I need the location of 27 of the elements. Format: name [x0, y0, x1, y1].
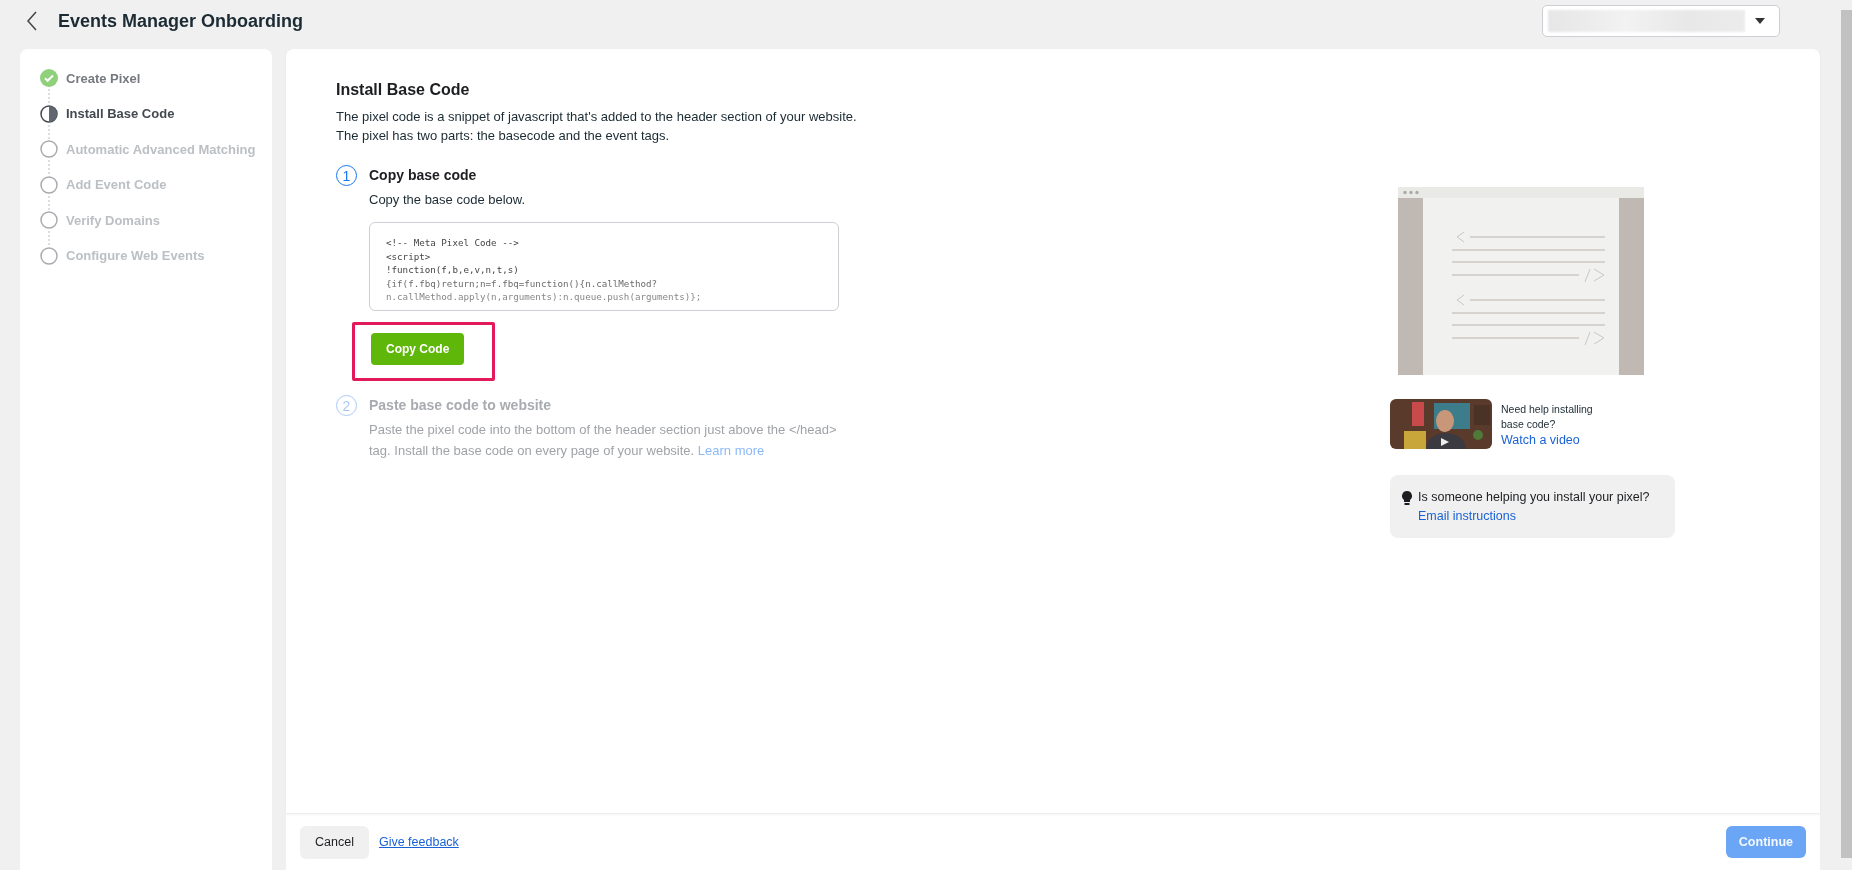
description-text: The pixel has two parts: the basecode and the event tags. — [336, 127, 671, 145]
email-instructions-link[interactable]: Email instructions — [1418, 507, 1650, 526]
copy-code-button[interactable]: Copy Code — [371, 333, 465, 365]
cancel-button[interactable]: Cancel — [300, 825, 369, 859]
code-line: !function(f,b,e,v,n,t,s) — [386, 263, 520, 277]
code-line: <script> — [386, 249, 432, 263]
step-text: Copy the base code below. — [369, 191, 527, 209]
caret-icon — [1755, 18, 1765, 24]
feedback-link[interactable]: Give feedback — [378, 835, 459, 849]
step-label[interactable]: Create Pixel — [66, 70, 141, 86]
page-title: Events Manager Onboarding — [58, 10, 304, 32]
step-text: Paste the pixel code into the bottom of the header section just above the </head> tag. Install the base code on every page of your website. Learn more — [369, 421, 838, 460]
video-help-text: Need help installing base code? — [1501, 402, 1594, 432]
description-text: The pixel code is a snippet of javascript that's added to the header section of your website. — [336, 108, 858, 126]
watch-video-link[interactable]: Watch a video — [1501, 433, 1611, 448]
scrollbar[interactable] — [1841, 10, 1852, 858]
tip-text: Is someone helping you install your pixel? — [1418, 489, 1650, 506]
code-line: {if(f.fbq)return;n=f.fbq=function(){n.callMethod? — [386, 276, 659, 290]
code-line: <!-- Meta Pixel Code --> — [386, 236, 520, 250]
section-title: Install Base Code — [336, 81, 471, 99]
lightbulb-icon — [1402, 491, 1412, 505]
step-label[interactable]: Install Base Code — [66, 106, 175, 121]
step-title: Copy base code — [369, 167, 478, 183]
back-icon[interactable] — [26, 11, 38, 31]
code-line: n.callMethod.apply(n,arguments):n.queue.push(arguments)}; — [386, 290, 703, 304]
code-box[interactable]: <!-- Meta Pixel Code --> <script> !function(f,b,e,v,n,t,s) {if(f.fbq)return;n=f.fbq=function(){n.callMethod? n.callMethod.apply(n,arguments):n.queue.push(arguments)}; — [369, 222, 839, 311]
step-title: Paste base code to website — [369, 397, 553, 413]
